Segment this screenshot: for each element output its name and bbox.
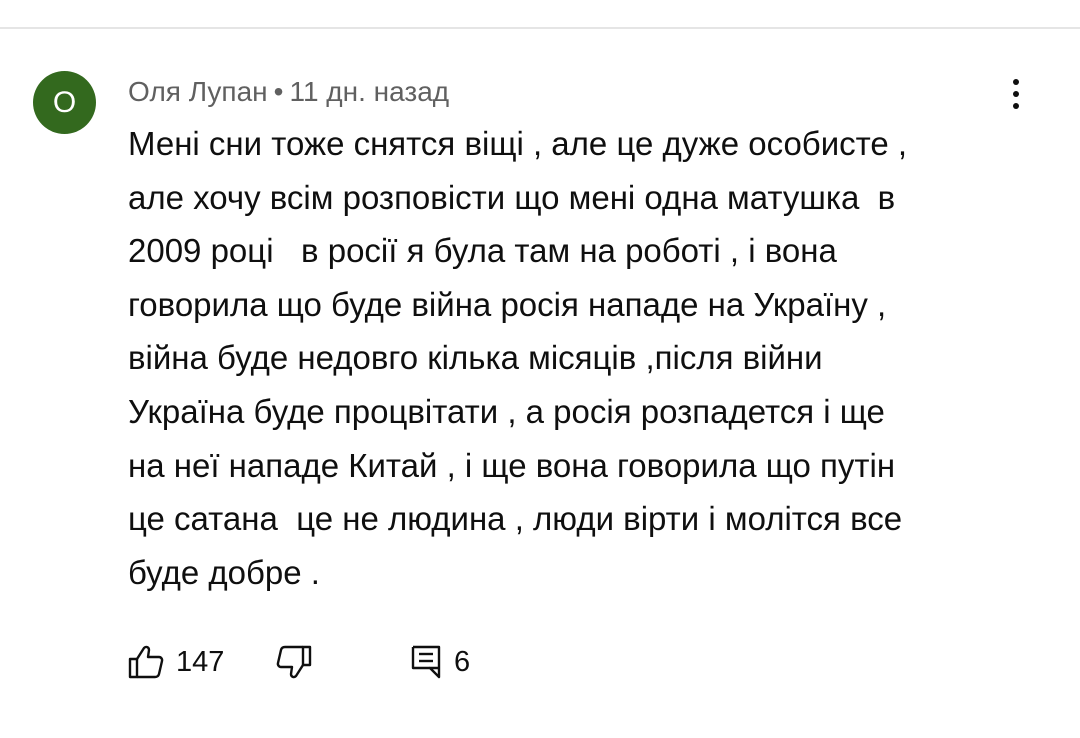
comment-text-line: буде добре .	[128, 553, 320, 591]
thumbs-down-icon	[276, 645, 312, 679]
dislike-button[interactable]	[276, 636, 312, 688]
comment-text: Мені сни тоже снятся віщі , але це дуже …	[128, 117, 1028, 599]
comment-text-line: на неї нападе Китай , і ще вона говорила…	[128, 446, 896, 484]
author-name[interactable]: Оля Лупан	[128, 76, 268, 107]
reply-count: 6	[454, 645, 471, 678]
comment-time[interactable]: 11 дн. назад	[289, 76, 449, 107]
thumbs-up-icon	[128, 645, 164, 679]
more-vertical-icon-dot	[1013, 91, 1019, 97]
more-options-button[interactable]	[1000, 74, 1032, 114]
more-vertical-icon-dot	[1013, 103, 1019, 109]
avatar[interactable]: О	[33, 71, 96, 134]
comment-meta: Оля Лупан • 11 дн. назад	[128, 73, 449, 111]
comment-text-line: це сатана це не людина , люди вірти і мо…	[128, 500, 903, 538]
meta-separator: •	[273, 76, 284, 107]
comment-text-line: Мені сни тоже снятся віщі , але це дуже …	[128, 125, 908, 162]
comment-icon	[411, 645, 441, 679]
comment-text-line: але хочу всім розповісти що мені одна ма…	[128, 178, 896, 216]
reply-button[interactable]: 6	[410, 636, 470, 688]
avatar-letter: О	[52, 85, 77, 119]
comment-text-line: Україна буде процвітати , а росія розпад…	[128, 392, 885, 430]
comment-text-line: 2009 році в росії я була там на роботі ,…	[128, 232, 837, 270]
more-vertical-icon	[1013, 79, 1019, 85]
like-count: 147	[176, 645, 225, 678]
like-button[interactable]: 147	[128, 636, 224, 688]
comment-text-line: війна буде недовго кілька місяців ,після…	[128, 339, 823, 377]
comment: О Оля Лупан • 11 дн. назад Мені сни тоже с…	[0, 0, 1080, 738]
comment-text-line: говорила що буде війна росія нападе на У…	[128, 285, 887, 323]
